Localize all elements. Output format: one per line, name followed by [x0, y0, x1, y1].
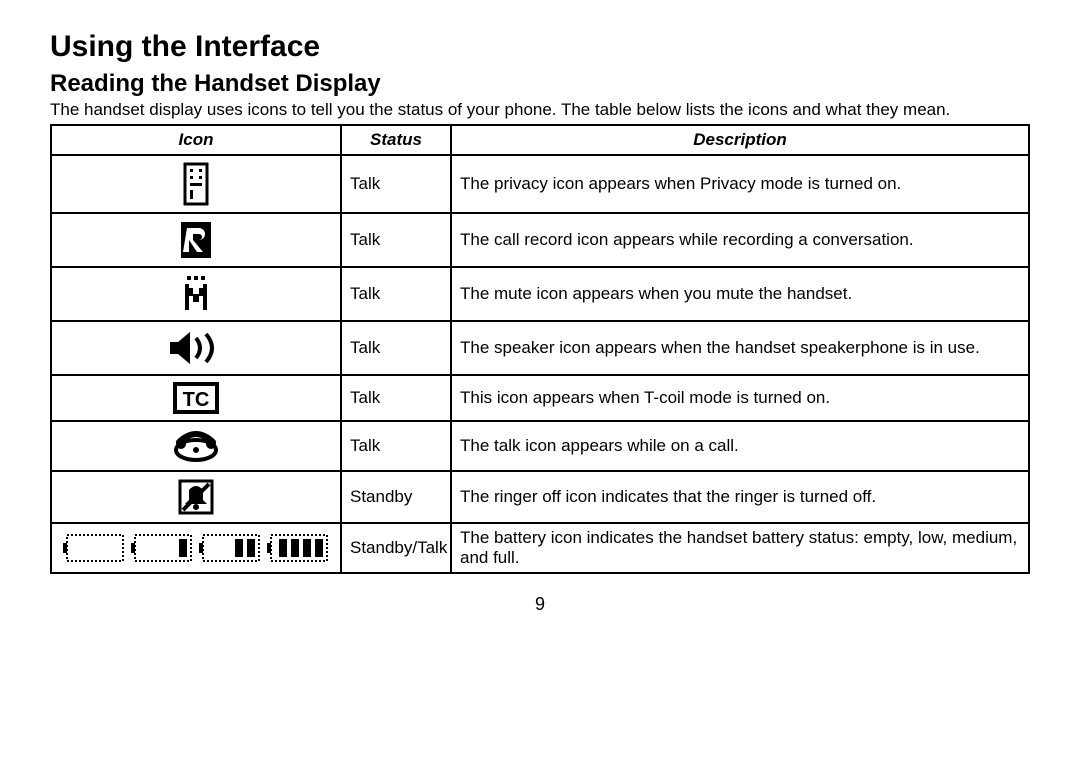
talk-icon — [56, 428, 336, 464]
status-cell: Talk — [341, 321, 451, 375]
battery-icon — [56, 531, 336, 565]
speaker-icon — [56, 328, 336, 368]
description-cell: This icon appears when T-coil mode is tu… — [451, 375, 1029, 421]
col-description: Description — [451, 125, 1029, 155]
svg-text:TC: TC — [183, 389, 210, 411]
status-cell: Talk — [341, 375, 451, 421]
status-cell: Talk — [341, 421, 451, 471]
status-cell: Standby — [341, 471, 451, 523]
table-row: Talk The privacy icon appears when Priva… — [51, 155, 1029, 213]
table-row: TC Talk This icon appears when T-coil mo… — [51, 375, 1029, 421]
status-cell: Talk — [341, 213, 451, 267]
section-title: Reading the Handset Display — [50, 70, 1030, 98]
description-cell: The call record icon appears while recor… — [451, 213, 1029, 267]
col-icon: Icon — [51, 125, 341, 155]
page-number: 9 — [50, 594, 1030, 615]
table-row: Talk The talk icon appears while on a ca… — [51, 421, 1029, 471]
table-row: Talk The mute icon appears when you mute… — [51, 267, 1029, 321]
description-cell: The speaker icon appears when the handse… — [451, 321, 1029, 375]
page-title: Using the Interface — [50, 30, 1030, 64]
col-status: Status — [341, 125, 451, 155]
description-cell: The talk icon appears while on a call. — [451, 421, 1029, 471]
description-cell: The privacy icon appears when Privacy mo… — [451, 155, 1029, 213]
table-row: Talk The call record icon appears while … — [51, 213, 1029, 267]
ringer-off-icon — [56, 478, 336, 516]
table-row: Talk The speaker icon appears when the h… — [51, 321, 1029, 375]
status-cell: Talk — [341, 155, 451, 213]
table-header-row: Icon Status Description — [51, 125, 1029, 155]
description-cell: The ringer off icon indicates that the r… — [451, 471, 1029, 523]
description-cell: The battery icon indicates the handset b… — [451, 523, 1029, 573]
status-cell: Standby/Talk — [341, 523, 451, 573]
intro-text: The handset display uses icons to tell y… — [50, 100, 1030, 120]
icon-table: Icon Status Description — [50, 124, 1030, 574]
tcoil-icon: TC — [56, 382, 336, 414]
record-icon — [56, 220, 336, 260]
mute-icon — [56, 274, 336, 314]
table-row: Standby/Talk The battery icon indicates … — [51, 523, 1029, 573]
privacy-icon — [56, 162, 336, 206]
status-cell: Talk — [341, 267, 451, 321]
table-row: Standby The ringer off icon indicates th… — [51, 471, 1029, 523]
description-cell: The mute icon appears when you mute the … — [451, 267, 1029, 321]
